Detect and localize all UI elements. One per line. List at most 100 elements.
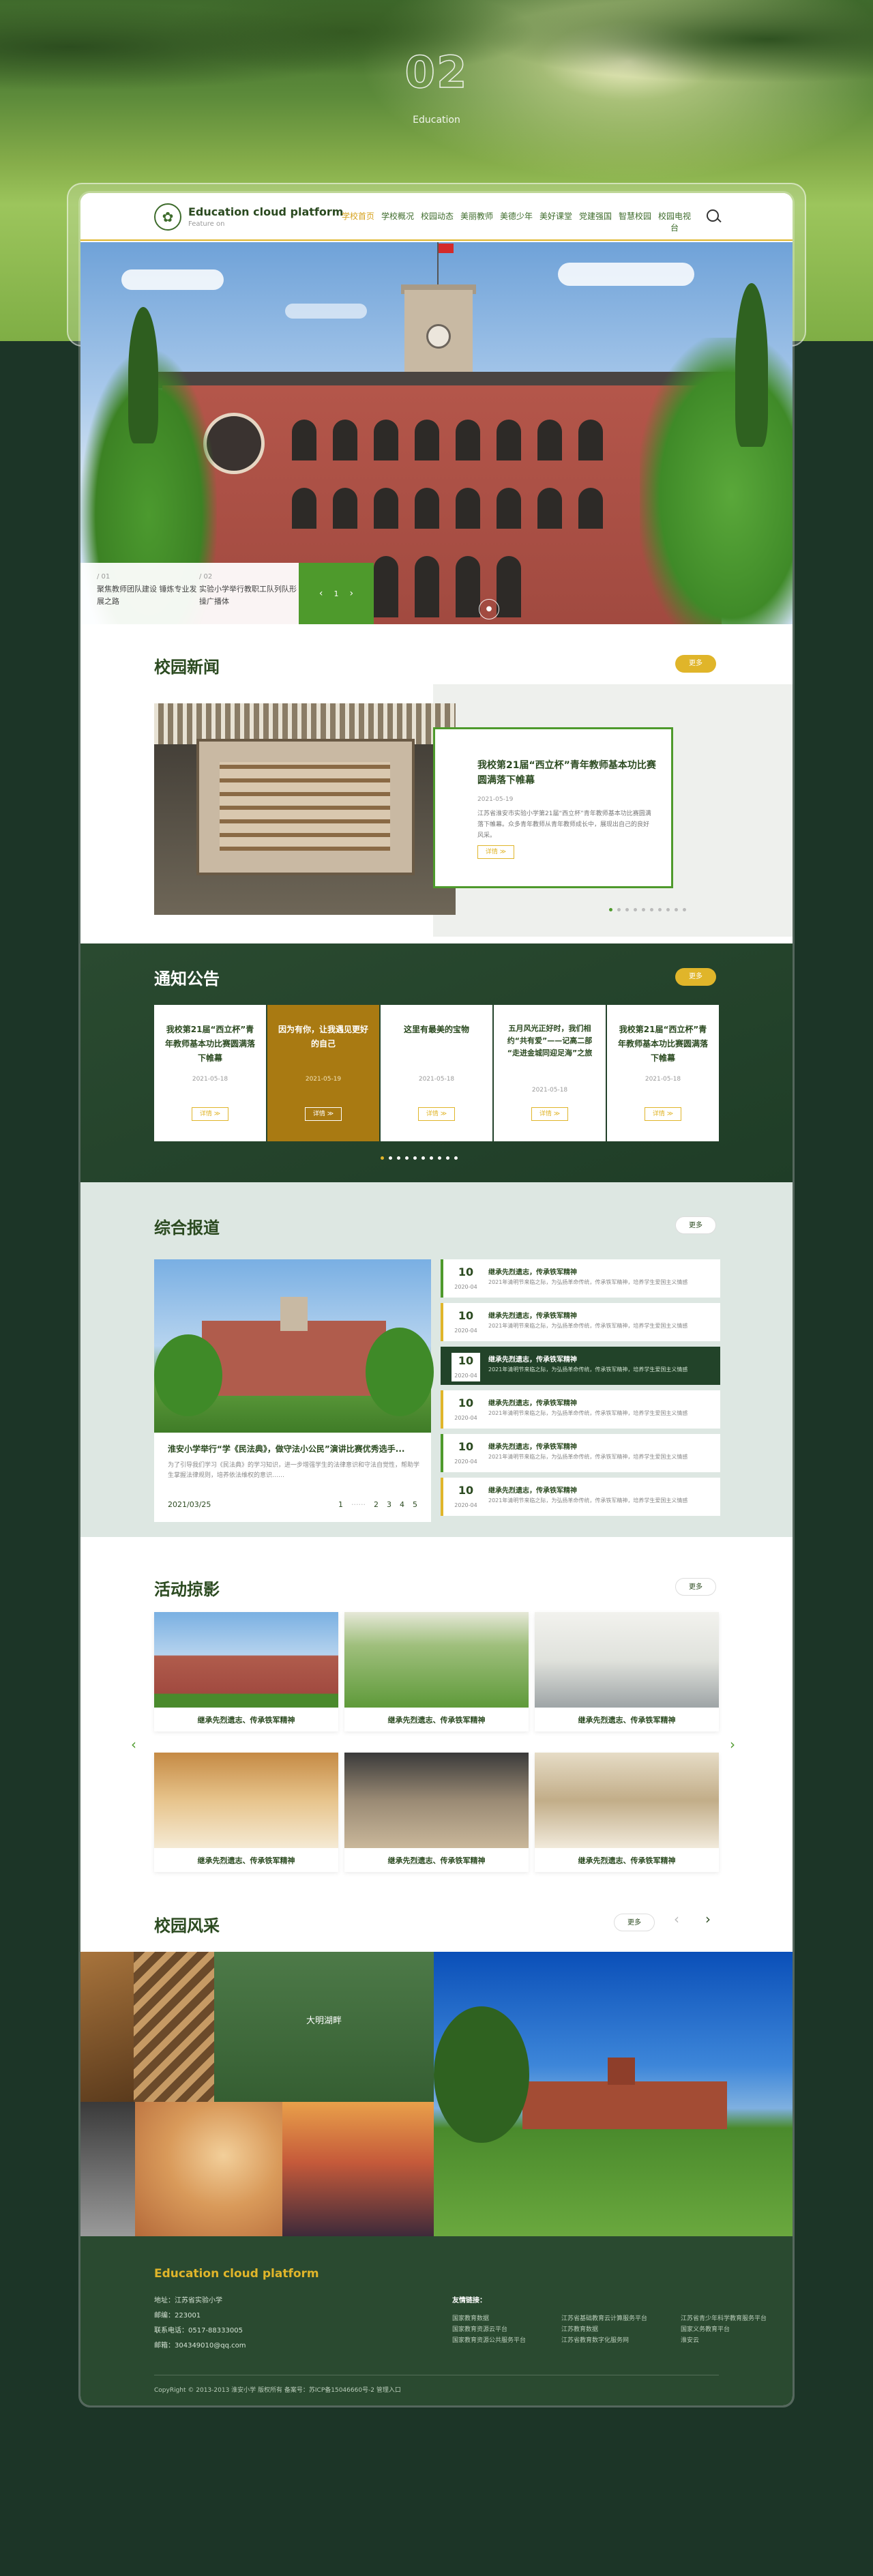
nav-item-teachers[interactable]: 美丽教师	[457, 210, 497, 233]
pager-dot[interactable]	[658, 908, 662, 911]
report-item-title[interactable]: 继承先烈遗志，传承铁军精神	[488, 1441, 577, 1451]
campus-photo[interactable]	[282, 2102, 434, 2236]
activity-image[interactable]	[344, 1612, 529, 1708]
notice-detail-button[interactable]: 详情 ≫	[531, 1107, 568, 1121]
activity-image[interactable]	[154, 1612, 338, 1708]
pager-1[interactable]: 1	[338, 1500, 343, 1509]
activity-image[interactable]	[154, 1753, 338, 1848]
pager-dot[interactable]	[609, 908, 612, 911]
notice-card[interactable]: 这里有最美的宝物 2021-05-18 详情 ≫	[381, 1005, 492, 1141]
notice-card-title[interactable]: 五月风光正好时，我们相约“共有爱”——记高二部 “走进金城同迎足海”之旅	[503, 1023, 596, 1059]
nav-item-news[interactable]: 校园动态	[417, 210, 457, 233]
pager-dot[interactable]	[642, 908, 645, 911]
banner-next-icon[interactable]: ›	[350, 588, 354, 599]
logo-icon[interactable]: ✿	[154, 203, 181, 231]
activity-card-title[interactable]: 继承先烈遗志、传承铁军精神	[344, 1714, 529, 1725]
notice-card[interactable]: 我校第21届“西立杯”青年教师基本功比赛圆满落下帷幕 2021-05-18 详情…	[607, 1005, 719, 1141]
campus-next-icon[interactable]: ›	[705, 1911, 711, 1927]
nav-item-classroom[interactable]: 美好课堂	[536, 210, 576, 233]
nav-item-party[interactable]: 党建强国	[576, 210, 615, 233]
notice-card[interactable]: 五月风光正好时，我们相约“共有爱”——记高二部 “走进金城同迎足海”之旅 202…	[494, 1005, 606, 1141]
campus-more-button[interactable]: 更多	[614, 1914, 655, 1931]
pager-dot[interactable]	[413, 1156, 417, 1160]
campus-photo[interactable]	[134, 1952, 214, 2102]
footer-link[interactable]: 江苏教育数据	[561, 2324, 598, 2333]
campus-photo[interactable]	[80, 1952, 134, 2102]
activity-card[interactable]: 继承先烈遗志、传承铁军精神	[344, 1753, 529, 1872]
banner-caption-1[interactable]: / 01 聚焦教师团队建设 锤炼专业发展之路	[97, 571, 199, 608]
report-item[interactable]: 10 2020-04 继承先烈遗志，传承铁军精神 2021年清明节来临之际，为弘扬…	[441, 1303, 720, 1341]
nav-item-tv[interactable]: 校园电视台	[655, 210, 694, 233]
banner-prev-icon[interactable]: ‹	[319, 588, 323, 599]
pager-dot[interactable]	[650, 908, 653, 911]
activity-image[interactable]	[535, 1612, 719, 1708]
news-feature-card[interactable]: 我校第21届“西立杯”青年教师基本功比赛圆满落下帷幕 2021-05-19 江苏…	[433, 727, 673, 888]
pager-dot[interactable]	[421, 1156, 425, 1160]
campus-prev-icon[interactable]: ‹	[674, 1911, 679, 1927]
scroll-circle-icon[interactable]: ●	[479, 599, 499, 619]
nav-item-home[interactable]: 学校首页	[338, 210, 378, 233]
report-item-active[interactable]: 10 2020-04 继承先烈遗志，传承铁军精神 2021年清明节来临之际，为弘扬…	[441, 1347, 720, 1385]
pager-dot[interactable]	[454, 1156, 458, 1160]
activity-card-title[interactable]: 继承先烈遗志、传承铁军精神	[154, 1714, 338, 1725]
report-feature-title[interactable]: 淮安小学举行“学《民法典》，做守法小公民”演讲比赛优秀选手...	[168, 1443, 420, 1454]
report-item-title[interactable]: 继承先烈遗志，传承铁军精神	[488, 1397, 577, 1407]
campus-photo[interactable]	[80, 2102, 135, 2236]
pager-dot[interactable]	[381, 1156, 384, 1160]
pager-dot[interactable]	[666, 908, 670, 911]
activity-card-title[interactable]: 继承先烈遗志、传承铁军精神	[535, 1855, 719, 1866]
nav-item-students[interactable]: 美德少年	[497, 210, 536, 233]
banner-caption-2[interactable]: / 02 实验小学举行教职工队列队形操广播体	[199, 571, 301, 608]
campus-photo-highlight[interactable]: 大明湖畔	[214, 1952, 434, 2102]
pager-5[interactable]: 5	[413, 1500, 417, 1509]
activity-card[interactable]: 继承先烈遗志、传承铁军精神	[154, 1753, 338, 1872]
pager-3[interactable]: 3	[387, 1500, 391, 1509]
footer-link[interactable]: 国家教育资源公共服务平台	[452, 2335, 526, 2344]
pager-dot[interactable]	[683, 908, 686, 911]
footer-link[interactable]: 江苏省基础教育云计算服务平台	[561, 2313, 647, 2322]
pager-dot[interactable]	[430, 1156, 433, 1160]
activity-card-title[interactable]: 继承先烈遗志、传承铁军精神	[535, 1714, 719, 1725]
report-more-button[interactable]: 更多	[675, 1216, 716, 1234]
activity-card-title[interactable]: 继承先烈遗志、传承铁军精神	[344, 1855, 529, 1866]
pager-dot[interactable]	[634, 908, 637, 911]
report-item-title[interactable]: 继承先烈遗志，传承铁军精神	[488, 1484, 577, 1495]
pager-dot[interactable]	[617, 908, 621, 911]
footer-link[interactable]: 国家义务教育平台	[681, 2324, 730, 2333]
nav-item-overview[interactable]: 学校概况	[378, 210, 417, 233]
pager-dot[interactable]	[675, 908, 678, 911]
notice-detail-button[interactable]: 详情 ≫	[305, 1107, 342, 1121]
report-item-title[interactable]: 继承先烈遗志，传承铁军精神	[488, 1353, 577, 1364]
notice-card-title[interactable]: 我校第21届“西立杯”青年教师基本功比赛圆满落下帷幕	[164, 1023, 256, 1066]
logo-title[interactable]: Education cloud platform	[188, 205, 343, 218]
report-item-title[interactable]: 继承先烈遗志，传承铁军精神	[488, 1266, 577, 1276]
report-item-title[interactable]: 继承先烈遗志，传承铁军精神	[488, 1310, 577, 1320]
campus-photo[interactable]	[135, 2102, 282, 2236]
activity-prev-icon[interactable]: ‹	[131, 1736, 136, 1753]
report-item[interactable]: 10 2020-04 继承先烈遗志，传承铁军精神 2021年清明节来临之际，为弘扬…	[441, 1259, 720, 1298]
report-item[interactable]: 10 2020-04 继承先烈遗志，传承铁军精神 2021年清明节来临之际，为弘扬…	[441, 1434, 720, 1472]
notice-detail-button[interactable]: 详情 ≫	[645, 1107, 681, 1121]
campus-photo-large[interactable]	[434, 1952, 793, 2236]
nav-item-smart-campus[interactable]: 智慧校园	[615, 210, 655, 233]
footer-link[interactable]: 江苏省青少年科学教育服务平台	[681, 2313, 767, 2322]
activity-card-title[interactable]: 继承先烈遗志、传承铁军精神	[154, 1855, 338, 1866]
notice-card-active[interactable]: 因为有你，让我遇见更好的自己 2021-05-19 详情 ≫	[267, 1005, 379, 1141]
notice-card-title[interactable]: 我校第21届“西立杯”青年教师基本功比赛圆满落下帷幕	[617, 1023, 709, 1066]
pager-dot[interactable]	[405, 1156, 409, 1160]
notice-card-title[interactable]: 这里有最美的宝物	[390, 1023, 483, 1037]
notice-card[interactable]: 我校第21届“西立杯”青年教师基本功比赛圆满落下帷幕 2021-05-18 详情…	[154, 1005, 266, 1141]
notice-detail-button[interactable]: 详情 ≫	[192, 1107, 228, 1121]
footer-link[interactable]: 国家教育资源云平台	[452, 2324, 507, 2333]
pager-dot[interactable]	[446, 1156, 449, 1160]
report-item[interactable]: 10 2020-04 继承先烈遗志，传承铁军精神 2021年清明节来临之际，为弘扬…	[441, 1478, 720, 1516]
pager-dot[interactable]	[438, 1156, 441, 1160]
notice-more-button[interactable]: 更多	[675, 968, 716, 986]
footer-link[interactable]: 江苏省教育数字化服务网	[561, 2335, 629, 2344]
pager-dot[interactable]	[389, 1156, 392, 1160]
news-headline[interactable]: 我校第21届“西立杯”青年教师基本功比赛圆满落下帷幕	[477, 758, 662, 788]
notice-detail-button[interactable]: 详情 ≫	[418, 1107, 455, 1121]
news-more-button[interactable]: 更多	[675, 655, 716, 673]
footer-link[interactable]: 国家教育数据	[452, 2313, 489, 2322]
search-icon[interactable]	[707, 209, 719, 222]
